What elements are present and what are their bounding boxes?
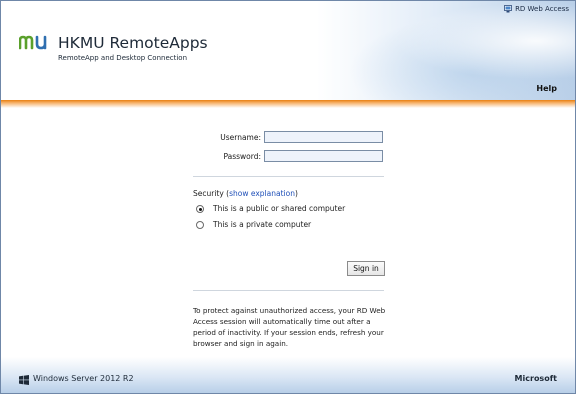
password-field[interactable] bbox=[264, 150, 383, 162]
security-line: Security (show explanation) bbox=[193, 189, 298, 198]
windows-logo-icon bbox=[19, 375, 29, 385]
rd-web-access-icon bbox=[504, 5, 512, 13]
show-explanation-link[interactable]: show explanation bbox=[229, 189, 295, 198]
separator-bottom bbox=[193, 290, 384, 291]
app-title: HKMU RemoteApps bbox=[58, 34, 208, 52]
username-label: Username: bbox=[220, 133, 261, 142]
help-link[interactable]: Help bbox=[536, 84, 557, 93]
header-divider bbox=[1, 100, 575, 108]
public-computer-radio[interactable] bbox=[196, 205, 204, 213]
private-computer-label[interactable]: This is a private computer bbox=[213, 220, 311, 229]
top-bar: RD Web Access bbox=[489, 1, 575, 17]
sign-in-button[interactable]: Sign in bbox=[347, 261, 385, 276]
hkmu-logo bbox=[19, 35, 47, 50]
security-prefix: Security ( bbox=[193, 189, 230, 198]
timeout-notice: To protect against unauthorized access, … bbox=[193, 306, 386, 348]
password-label: Password: bbox=[223, 152, 261, 161]
security-suffix: ) bbox=[294, 189, 298, 198]
app-subtitle: RemoteApp and Desktop Connection bbox=[58, 54, 188, 62]
microsoft-label: Microsoft bbox=[514, 374, 557, 383]
public-computer-label[interactable]: This is a public or shared computer bbox=[213, 204, 345, 213]
rd-web-access-label: RD Web Access bbox=[515, 5, 569, 13]
separator-top bbox=[193, 176, 384, 177]
windows-server-label: Windows Server 2012 R2 bbox=[33, 374, 134, 383]
rd-web-access-window: RD Web Access HKMU RemoteApps RemoteApp … bbox=[0, 0, 576, 394]
private-computer-radio[interactable] bbox=[196, 221, 204, 229]
username-field[interactable] bbox=[264, 131, 383, 143]
